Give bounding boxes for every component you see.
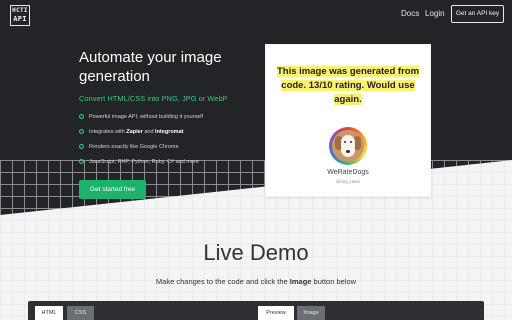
logo-line-1: HCTI: [12, 7, 28, 14]
feature-text: Powerful image API, without building it …: [89, 114, 204, 120]
hero-subtitle: Convert HTML/CSS into PNG, JPG or WebP: [79, 94, 228, 103]
card-account-name: WeRateDogs: [327, 169, 369, 176]
nav-docs-link[interactable]: Docs: [401, 9, 419, 18]
card-account-handle: @dog_rates: [335, 179, 361, 184]
hcti-logo[interactable]: HCTI API: [10, 5, 30, 26]
check-icon: ✓: [79, 144, 84, 149]
live-demo-instruction: Make changes to the code and click the I…: [0, 277, 512, 286]
instruction-text-start: Make changes to the code and click the: [155, 277, 290, 286]
dog-face: [341, 135, 355, 157]
check-icon: ✓: [79, 159, 84, 164]
get-api-key-button[interactable]: Get an API key: [451, 5, 504, 23]
hero-title: Automate your image generation: [79, 49, 222, 85]
feature-text: Integrates with: [89, 129, 127, 135]
nav-login-link[interactable]: Login: [425, 9, 445, 18]
tab-html[interactable]: HTML: [35, 306, 63, 320]
dog-avatar: [329, 127, 367, 165]
feature-text: JavaScript, PHP, Python, Ruby, C# and mo…: [89, 159, 199, 165]
feature-text: Renders exactly like Google Chrome: [89, 144, 179, 150]
tab-image[interactable]: Image: [297, 306, 325, 320]
card-quote: This image was generated from code. 13/1…: [277, 65, 420, 107]
dog-nose: [346, 150, 350, 153]
instruction-text-end: button below: [311, 277, 357, 286]
code-editor-panel: HTML CSS Preview Image: [28, 301, 484, 320]
dog-eye-right: [350, 141, 352, 143]
feature-text-joiner: and: [142, 129, 156, 135]
feature-bold-integromat: Integromat: [155, 129, 184, 135]
sample-image-card: This image was generated from code. 13/1…: [265, 44, 431, 197]
card-quote-highlight: This image was generated from code. 13/1…: [277, 66, 420, 105]
tab-css[interactable]: CSS: [67, 306, 94, 320]
get-started-button[interactable]: Get started free: [79, 180, 146, 199]
dog-avatar-photo: [332, 130, 364, 162]
feature-item: ✓ Powerful image API, without building i…: [79, 113, 203, 128]
logo-line-2: API: [13, 15, 27, 23]
live-demo-title: Live Demo: [203, 240, 309, 265]
feature-item: ✓ JavaScript, PHP, Python, Ruby, C# and …: [79, 158, 203, 173]
feature-bold-zapier: Zapier: [126, 129, 143, 135]
feature-item: ✓ Integrates with Zapier and Integromat: [79, 128, 203, 143]
dog-eye-left: [344, 141, 346, 143]
check-icon: ✓: [79, 114, 84, 119]
instruction-image-keyword: Image: [289, 277, 312, 286]
check-icon: ✓: [79, 129, 84, 134]
feature-item: ✓ Renders exactly like Google Chrome: [79, 143, 203, 158]
feature-list: ✓ Powerful image API, without building i…: [79, 113, 203, 173]
tab-preview[interactable]: Preview: [258, 306, 294, 320]
